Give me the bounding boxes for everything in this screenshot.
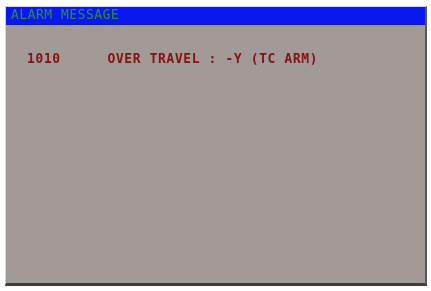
- window-title: ALARM MESSAGE: [11, 8, 120, 23]
- title-bar: ALARM MESSAGE: [6, 7, 425, 25]
- alarm-entry: 1010 OVER TRAVEL : -Y (TC ARM): [27, 52, 318, 68]
- alarm-code: 1010: [27, 52, 61, 67]
- alarm-message-window: ALARM MESSAGE 1010 OVER TRAVEL : -Y (TC …: [5, 6, 427, 286]
- alarm-message: OVER TRAVEL : -Y (TC ARM): [107, 52, 319, 67]
